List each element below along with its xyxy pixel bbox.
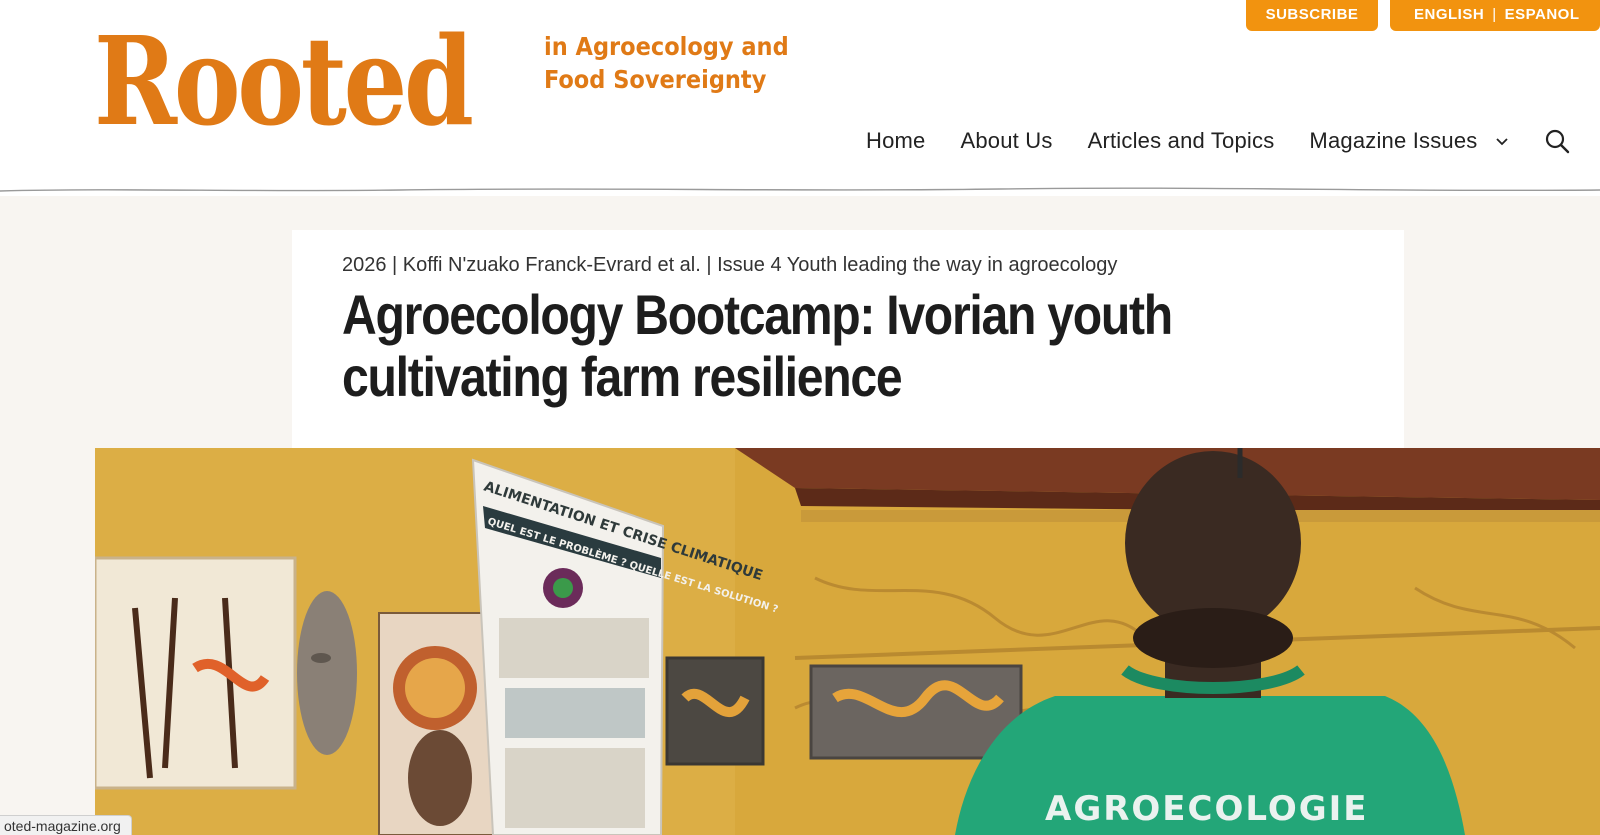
lang-spanish-link[interactable]: ESPANOL	[1505, 6, 1580, 23]
hero-photo-illustration: ALIMENTATION ET CRISE CLIMATIQUE QUEL ES…	[95, 448, 1600, 835]
lang-english-link[interactable]: ENGLISH	[1414, 6, 1484, 23]
nav-articles-topics[interactable]: Articles and Topics	[1088, 128, 1275, 154]
article-title-card: 2026 | Koffi N'zuako Franck-Evrard et al…	[292, 230, 1404, 448]
hero-image: ALIMENTATION ET CRISE CLIMATIQUE QUEL ES…	[95, 448, 1600, 835]
chevron-down-icon[interactable]	[1494, 133, 1510, 149]
logo-wordmark: Rooted	[94, 9, 474, 153]
article-title: Agroecology Bootcamp: Ivorian youth cult…	[342, 283, 1173, 408]
header-torn-edge	[0, 180, 1600, 192]
nav-magazine-issues-label: Magazine Issues	[1309, 128, 1478, 153]
site-logo[interactable]: Rooted in Agroecology and Food Sovereign…	[94, 6, 789, 156]
nav-about-us[interactable]: About Us	[961, 128, 1053, 154]
nav-magazine-issues[interactable]: Magazine Issues	[1309, 128, 1509, 154]
subscribe-button[interactable]: SUBSCRIBE	[1246, 0, 1378, 31]
article-meta[interactable]: 2026 | Koffi N'zuako Franck-Evrard et al…	[342, 254, 1117, 277]
nav-home[interactable]: Home	[866, 128, 926, 154]
main-nav: Home About Us Articles and Topics Magazi…	[866, 124, 1570, 158]
site-header: Rooted in Agroecology and Food Sovereign…	[0, 0, 1600, 196]
lang-separator: |	[1492, 6, 1497, 23]
browser-status-bar: oted-magazine.org	[0, 815, 132, 835]
search-icon[interactable]	[1544, 128, 1570, 154]
logo-tagline: in Agroecology and Food Sovereignty	[544, 30, 804, 96]
language-switcher: ENGLISH | ESPANOL	[1390, 0, 1600, 31]
tagline-line-1: in Agroecology and	[544, 32, 789, 61]
shirt-text: AGROECOLOGIE	[1045, 789, 1369, 829]
tagline-line-2: Food Sovereignty	[544, 65, 767, 94]
